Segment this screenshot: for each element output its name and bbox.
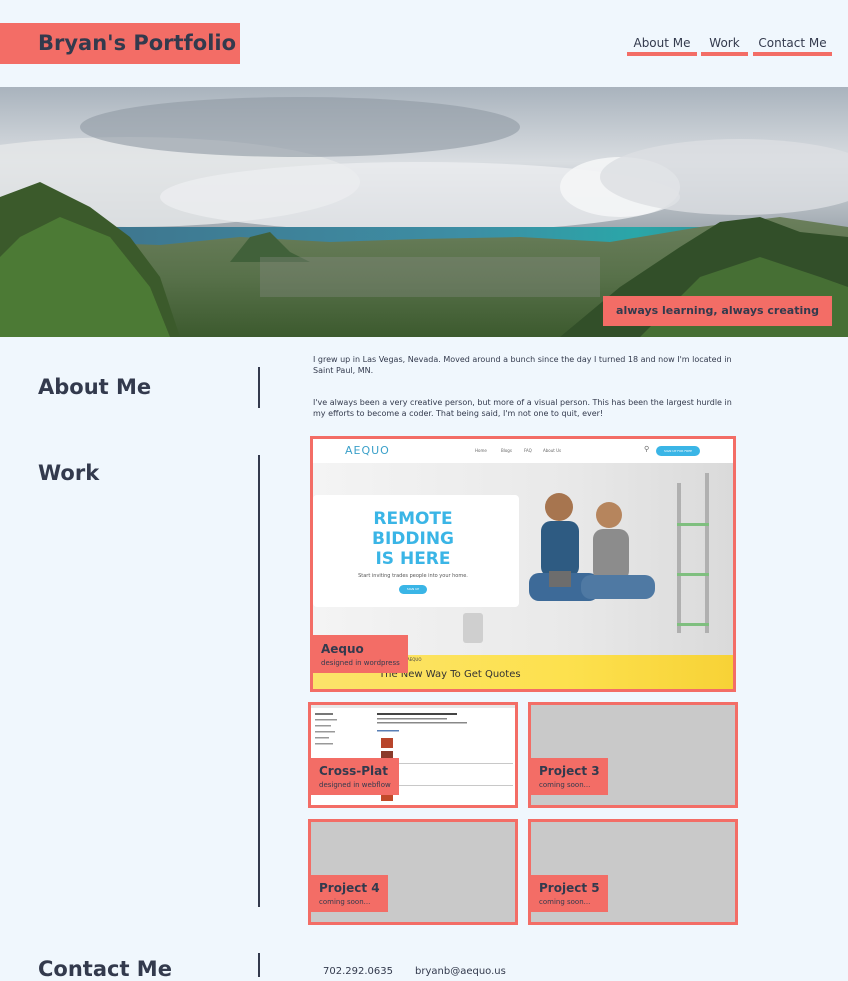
contact-divider — [258, 953, 260, 977]
project-card-5[interactable]: Project 5 coming soon... — [528, 819, 738, 925]
contact-section-title: Contact Me — [38, 957, 172, 981]
aequo-hero-panel: REMOTE BIDDING IS HERE Start inviting tr… — [313, 495, 519, 607]
contact-email[interactable]: bryanb@aequo.us — [415, 966, 506, 977]
about-divider — [258, 367, 260, 408]
aequo-subtext: Start inviting trades people into your h… — [358, 573, 468, 579]
work-divider — [258, 455, 260, 907]
aequo-brand: AEQUO — [345, 444, 390, 457]
project-subtitle: designed in wordpress — [321, 659, 400, 667]
aequo-headline-line-2: BIDDING — [371, 529, 454, 549]
project-title: Project 3 — [539, 764, 600, 778]
about-paragraph-2: I've always been a very creative person,… — [313, 398, 732, 418]
project-subtitle: coming soon... — [539, 898, 591, 906]
project-subtitle: coming soon... — [319, 898, 371, 906]
aequo-banner-small: AEQUO — [407, 657, 422, 662]
project-subtitle: coming soon... — [539, 781, 591, 789]
site-header: Bryan's Portfolio About Me Work Contact … — [0, 0, 848, 87]
about-paragraph-1: I grew up in Las Vegas, Nevada. Moved ar… — [313, 355, 732, 375]
project-card-3[interactable]: Project 3 coming soon... — [528, 702, 738, 808]
contact-phone[interactable]: 702.292.0635 — [323, 966, 393, 977]
project-card-4[interactable]: Project 4 coming soon... — [308, 819, 518, 925]
aequo-signup-button: SIGN UP — [399, 585, 427, 594]
aequo-nav-item: FAQ — [524, 448, 532, 453]
project-label-cross-plat: Cross-Plat designed in webflow — [311, 758, 399, 795]
aequo-navbar: AEQUO Home Blogs FAQ About Us ⚲ SIGN UP … — [313, 439, 733, 463]
project-label-4: Project 4 coming soon... — [311, 875, 388, 912]
aequo-nav-item: About Us — [543, 448, 562, 453]
nav-link-contact-me[interactable]: Contact Me — [753, 35, 832, 56]
project-card-aequo[interactable]: AEQUO Home Blogs FAQ About Us ⚲ SIGN UP … — [310, 436, 736, 692]
aequo-cta: SIGN UP FOR FREE — [656, 446, 700, 456]
project-label-5: Project 5 coming soon... — [531, 875, 608, 912]
project-title: Project 5 — [539, 881, 600, 895]
nav-link-about-me[interactable]: About Me — [627, 35, 697, 56]
project-title: Cross-Plat — [319, 764, 388, 778]
project-card-cross-plat[interactable]: Cross-Plat designed in webflow — [308, 702, 518, 808]
about-section-title: About Me — [38, 375, 152, 399]
hero-tagline: always learning, always creating — [603, 296, 832, 326]
project-label-3: Project 3 coming soon... — [531, 758, 608, 795]
project-title: Aequo — [321, 642, 364, 656]
work-section-title: Work — [38, 461, 100, 485]
project-title: Project 4 — [319, 881, 380, 895]
aequo-nav-item: Blogs — [501, 448, 512, 453]
aequo-nav-item: Home — [475, 448, 487, 453]
project-subtitle: designed in webflow — [319, 781, 391, 789]
nav-link-work[interactable]: Work — [701, 35, 748, 56]
aequo-headline-line-1: REMOTE — [373, 509, 453, 529]
search-icon: ⚲ — [644, 445, 650, 453]
site-logo[interactable]: Bryan's Portfolio — [0, 23, 240, 64]
project-label-aequo: Aequo designed in wordpress — [313, 635, 408, 673]
aequo-headline-line-3: IS HERE — [375, 549, 451, 569]
